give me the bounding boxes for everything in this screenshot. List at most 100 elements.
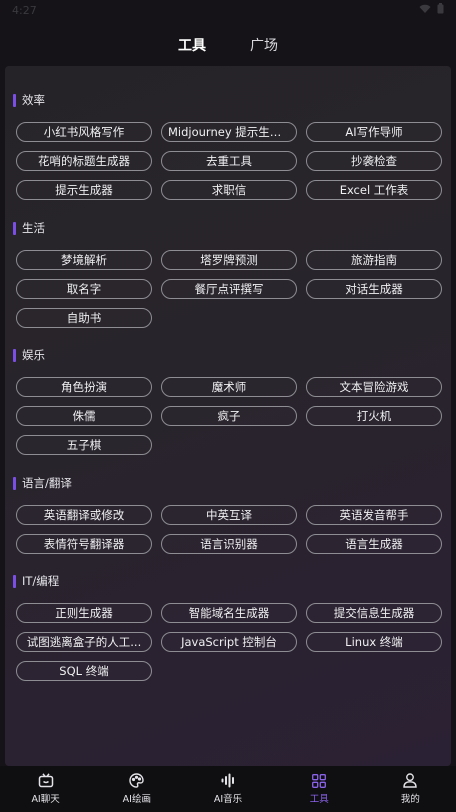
top-tab-bar: 工具 广场	[0, 24, 456, 66]
tab-plaza[interactable]: 广场	[250, 35, 278, 55]
tool-chip[interactable]: 中英互译	[161, 505, 297, 525]
tool-chip[interactable]: 表情符号翻译器	[16, 534, 152, 554]
tool-chip-label: 提交信息生成器	[333, 606, 415, 620]
status-icons	[419, 3, 444, 14]
tool-chip[interactable]: 英语发音帮手	[306, 505, 442, 525]
tab-tools[interactable]: 工具	[178, 35, 206, 55]
tool-chip-label: 魔术师	[211, 380, 247, 394]
tool-chip[interactable]: 疯子	[161, 406, 297, 426]
tool-chip-label: Linux 终端	[345, 635, 403, 649]
tool-chip[interactable]: 提示生成器	[16, 180, 152, 200]
tool-chip[interactable]: SQL 终端	[16, 661, 152, 681]
nav-label: AI绘画	[122, 794, 151, 805]
tool-chip-label: 五子棋	[66, 438, 102, 452]
status-time: 4:27	[12, 4, 37, 17]
tool-chip[interactable]: 小红书风格写作	[16, 122, 152, 142]
section-accent-bar	[13, 93, 16, 107]
section-accent-bar	[13, 476, 16, 490]
tool-chip[interactable]: 试图逃离盒子的人工...	[16, 632, 152, 652]
tool-chip-label: 求职信	[211, 183, 247, 197]
tool-chip-label: 旅游指南	[351, 253, 397, 267]
tool-chip-label: 中英互译	[206, 508, 252, 522]
section-title: 娱乐	[13, 348, 45, 362]
tool-chip[interactable]: 魔术师	[161, 377, 297, 397]
tool-chip[interactable]: 文本冒险游戏	[306, 377, 442, 397]
tool-chip[interactable]: 取名字	[16, 279, 152, 299]
nav-ai-music[interactable]: AI音乐	[182, 766, 273, 812]
tool-chip[interactable]: 智能域名生成器	[161, 603, 297, 623]
section-accent-bar	[13, 574, 16, 588]
tool-chip[interactable]: 正则生成器	[16, 603, 152, 623]
tool-chip[interactable]: 语言生成器	[306, 534, 442, 554]
tool-chip[interactable]: 抄袭检查	[306, 151, 442, 171]
bottom-nav: AI聊天 AI绘画 AI音乐 工具 我的	[0, 766, 456, 812]
tool-chip[interactable]: 侏儒	[16, 406, 152, 426]
tool-chip-label: 塔罗牌预测	[200, 253, 258, 267]
tool-chip-label: 英语翻译或修改	[43, 508, 125, 522]
tool-chip[interactable]: 英语翻译或修改	[16, 505, 152, 525]
tool-chip-label: 打火机	[356, 409, 392, 423]
section-title-text: 语言/翻译	[22, 476, 72, 490]
section-title: 语言/翻译	[13, 476, 72, 490]
tool-chip[interactable]: 角色扮演	[16, 377, 152, 397]
tool-chip[interactable]: 旅游指南	[306, 250, 442, 270]
tool-chip-label: SQL 终端	[59, 664, 109, 678]
section-title: 效率	[13, 93, 45, 107]
tool-chip[interactable]: Excel 工作表	[306, 180, 442, 200]
tool-chip-label: 表情符号翻译器	[43, 537, 125, 551]
tool-chip[interactable]: 对话生成器	[306, 279, 442, 299]
tools-panel: 效率小红书风格写作 Midjourney 提示生成器 AI写作导师花哨的标题生成器 去…	[5, 66, 451, 766]
tool-chip-label: 疯子	[217, 409, 241, 423]
tool-chip[interactable]: AI写作导师	[306, 122, 442, 142]
section-title-text: 效率	[22, 93, 45, 107]
tool-chip[interactable]: 五子棋	[16, 435, 152, 455]
section-title-text: 娱乐	[22, 348, 45, 362]
tool-chip[interactable]: 求职信	[161, 180, 297, 200]
tool-chip-label: JavaScript 控制台	[181, 635, 277, 649]
audio-wave-icon	[221, 773, 234, 788]
tool-chip-label: AI写作导师	[345, 125, 403, 139]
tool-chip-label: 花哨的标题生成器	[38, 154, 130, 168]
tool-chip-label: 取名字	[66, 282, 102, 296]
tool-chip-label: 智能域名生成器	[188, 606, 270, 620]
wifi-icon	[419, 4, 431, 13]
section-title-text: 生活	[22, 221, 45, 235]
tool-chip-label: 去重工具	[206, 154, 252, 168]
tool-chip-label: 语言生成器	[345, 537, 403, 551]
tool-chip-label: 对话生成器	[345, 282, 403, 296]
section-accent-bar	[13, 221, 16, 235]
tool-chip[interactable]: 自助书	[16, 308, 152, 328]
nav-profile[interactable]: 我的	[365, 766, 456, 812]
nav-label: 工具	[309, 793, 329, 805]
tool-chip[interactable]: 花哨的标题生成器	[16, 151, 152, 171]
tool-chip-label: 提示生成器	[55, 183, 113, 197]
tool-chip[interactable]: 提交信息生成器	[306, 603, 442, 623]
nav-ai-draw[interactable]: AI绘画	[91, 766, 182, 812]
tool-chip[interactable]: Midjourney 提示生成器	[161, 122, 297, 142]
nav-ai-chat[interactable]: AI聊天	[0, 766, 91, 812]
tool-chip[interactable]: Linux 终端	[306, 632, 442, 652]
section-title: 生活	[13, 221, 45, 235]
grid-icon	[312, 773, 327, 788]
tool-chip-label: 小红书风格写作	[43, 125, 125, 139]
tool-chip-label: 语言识别器	[200, 537, 258, 551]
tool-chip[interactable]: 去重工具	[161, 151, 297, 171]
tool-chip[interactable]: 梦境解析	[16, 250, 152, 270]
tool-chip-label: 自助书	[66, 311, 102, 325]
nav-tools[interactable]: 工具	[274, 766, 365, 812]
tool-chip-label: 抄袭检查	[351, 154, 397, 168]
tool-chip[interactable]: 餐厅点评撰写	[161, 279, 297, 299]
tool-chip-label: 餐厅点评撰写	[194, 282, 264, 296]
tool-chip[interactable]: JavaScript 控制台	[161, 632, 297, 652]
tv-robot-icon	[38, 773, 53, 788]
nav-label: AI聊天	[31, 794, 60, 805]
nav-label: AI音乐	[213, 794, 243, 805]
section-title-text: IT/编程	[22, 574, 60, 588]
tool-chip[interactable]: 塔罗牌预测	[161, 250, 297, 270]
section-accent-bar	[13, 348, 16, 362]
tool-chip-label: 文本冒险游戏	[339, 380, 409, 394]
tool-chip[interactable]: 语言识别器	[161, 534, 297, 554]
tool-chip[interactable]: 打火机	[306, 406, 442, 426]
status-bar: 4:27	[0, 0, 456, 22]
tool-chip-label: 侏儒	[72, 409, 96, 423]
